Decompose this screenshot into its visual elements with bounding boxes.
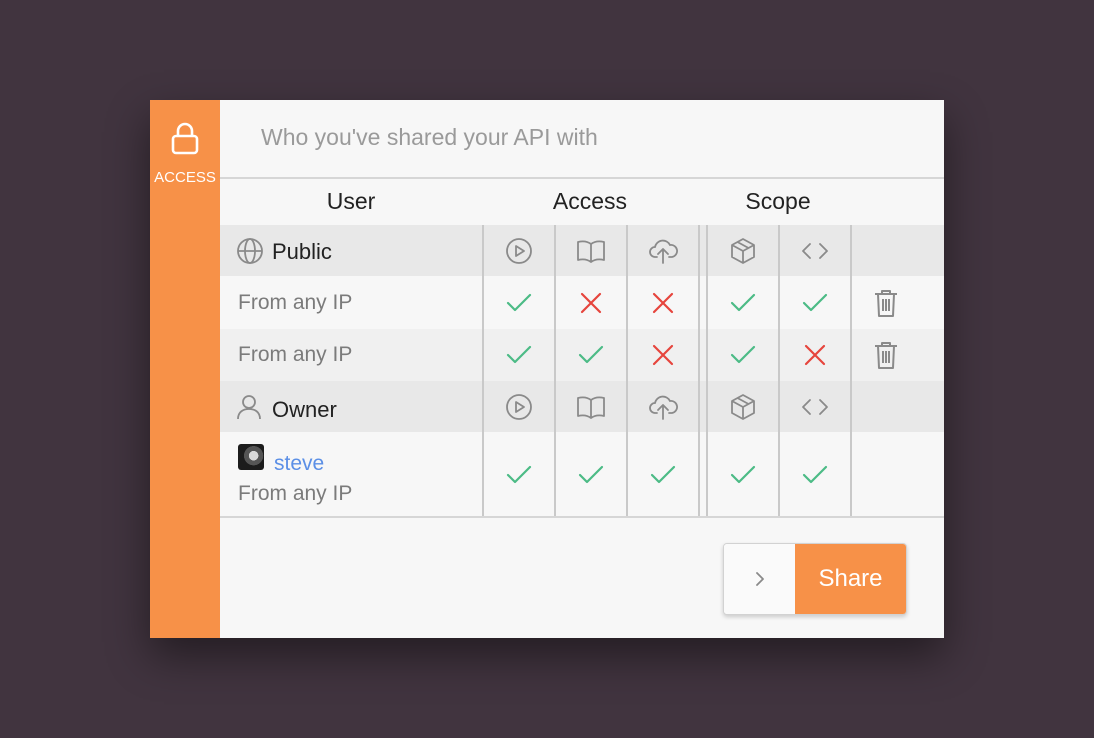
main-content: Who you've shared your API with User Acc… [220,100,944,638]
play-circle-icon [483,225,555,276]
lock-icon [171,122,199,155]
group-row-owner: Owner [220,381,944,432]
divider-bottom [220,516,944,518]
panel-subtitle: Who you've shared your API with [261,124,598,150]
column-divider [626,225,628,518]
play-circle-icon [483,381,555,432]
divider-top [220,177,944,179]
cloud-upload-icon [627,225,699,276]
cross-icon [627,329,699,381]
check-icon [483,329,555,381]
cross-icon [555,277,627,329]
group-row-public: Public [220,225,944,276]
user-icon [237,395,261,420]
column-divider [778,225,780,518]
column-header-scope: Scope [745,188,811,214]
ip-rule-label: From any IP [238,343,353,366]
column-divider [706,225,708,518]
share-button-group: Share [723,543,907,615]
share-options-button[interactable] [724,544,795,614]
ip-rule-label: From any IP [238,291,353,314]
check-icon [779,277,851,329]
share-panel: ACCESS Who you've shared your API with U… [150,100,944,638]
cross-icon [779,329,851,381]
trash-icon[interactable] [851,277,921,329]
check-icon [779,433,851,517]
column-divider [698,225,700,518]
avatar [238,444,264,470]
check-icon [707,277,779,329]
check-icon [707,329,779,381]
check-icon [707,433,779,517]
check-icon [555,433,627,517]
table-row: steve From any IP [220,433,944,517]
book-open-icon [555,225,627,276]
column-divider [554,225,556,518]
check-icon [555,329,627,381]
table-row: From any IP [220,329,944,381]
group-name-public: Public [272,239,332,264]
user-link-steve[interactable]: steve [274,452,324,476]
box-icon [707,381,779,432]
column-header-user: User [326,188,376,214]
book-open-icon [555,381,627,432]
table-row: From any IP [220,277,944,329]
trash-icon[interactable] [851,329,921,381]
sidebar-access-label: ACCESS [154,169,216,186]
check-icon [483,277,555,329]
sidebar: ACCESS [150,100,220,638]
share-button[interactable]: Share [795,544,906,614]
column-divider [482,225,484,518]
check-icon [483,433,555,517]
code-icon [779,225,851,276]
box-icon [707,225,779,276]
code-icon [779,381,851,432]
ip-rule-label: From any IP [238,482,353,505]
check-icon [627,433,699,517]
group-name-owner: Owner [272,397,337,422]
chevron-right-icon [755,572,764,586]
column-header-access: Access [552,188,628,214]
cloud-upload-icon [627,381,699,432]
column-divider [850,225,852,518]
globe-icon [237,238,263,264]
cross-icon [627,277,699,329]
